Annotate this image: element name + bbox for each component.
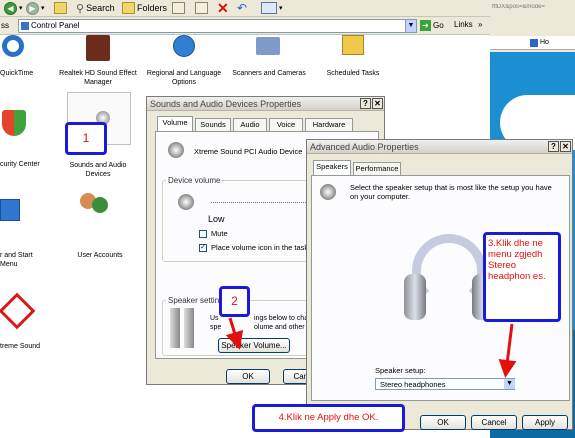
step-3-arrow: [498, 323, 517, 378]
step-2-arrow: [225, 317, 244, 350]
annotation-arrows: [225, 317, 517, 378]
